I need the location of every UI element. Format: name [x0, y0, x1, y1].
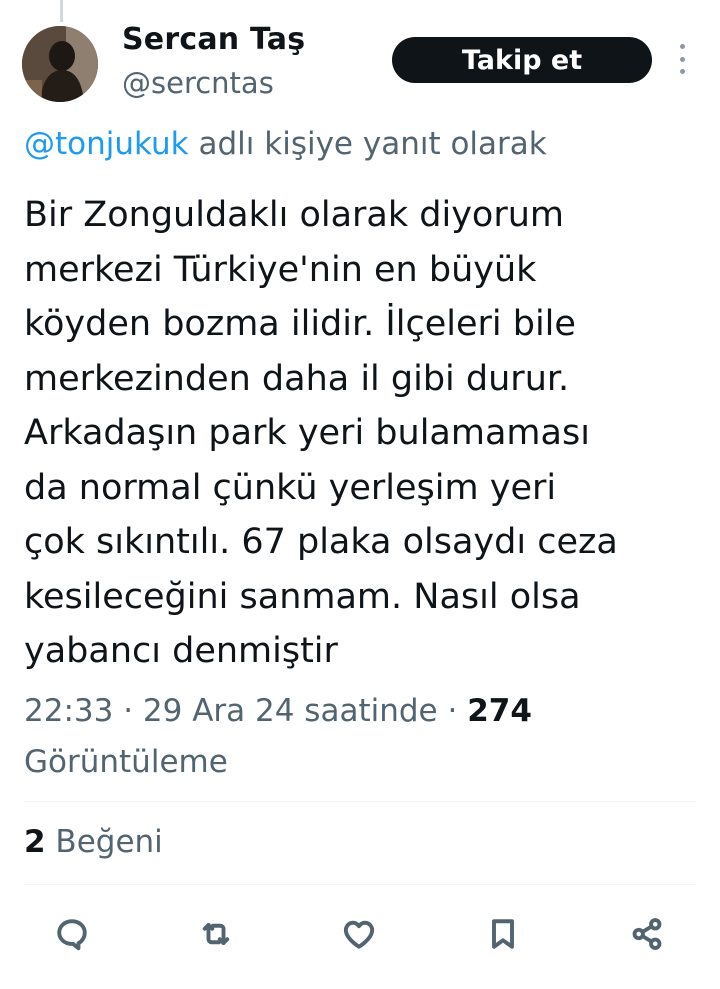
follow-button[interactable]: Takip et — [392, 37, 652, 83]
retweet-button[interactable] — [194, 912, 238, 956]
bookmark-icon — [492, 919, 514, 949]
divider — [24, 801, 696, 802]
share-button[interactable] — [625, 912, 669, 956]
user-handle[interactable]: @sercntas — [122, 66, 274, 100]
replying-to-text: adlı kişiye yanıt olarak — [188, 126, 547, 162]
tweet-line: Bir Zonguldaklı olarak diyorum — [24, 195, 565, 235]
tweet-meta: 22:33 · 29 Ara 24 saatinde · 274 Görüntü… — [24, 686, 704, 788]
views-count: 274 — [467, 693, 532, 729]
tweet-text: Bir Zonguldaklı olarak diyorum merkezi T… — [24, 188, 704, 679]
tweet-time[interactable]: 22:33 — [24, 693, 113, 729]
mention-link[interactable]: @tonjukuk — [24, 126, 189, 162]
action-bar — [0, 906, 720, 962]
meta-separator: · — [113, 693, 143, 729]
retweet-icon — [202, 923, 230, 945]
views-label: Görüntüleme — [24, 744, 228, 780]
tweet-line: çok sıkıntılı. 67 plaka olsaydı ceza — [24, 522, 618, 562]
likes-summary[interactable]: 2 Beğeni — [24, 824, 163, 860]
divider — [24, 884, 696, 885]
display-name[interactable]: Sercan Taş — [122, 22, 305, 57]
tweet-line: da normal çünkü yerleşim yeri — [24, 467, 557, 508]
meta-separator: · — [437, 693, 468, 729]
thread-connector-line — [60, 0, 63, 22]
share-icon — [632, 918, 662, 950]
bookmark-button[interactable] — [481, 912, 525, 956]
avatar-image — [22, 26, 98, 102]
likes-label: Beğeni — [45, 824, 163, 860]
tweet-line: kesileceğini sanmam. Nasıl olsa — [24, 576, 581, 617]
tweet-line: merkezi Türkiye'nin en büyük — [24, 249, 537, 290]
tweet-line: Arkadaşın park yeri bulamaması — [24, 413, 590, 453]
reply-button[interactable] — [50, 912, 94, 956]
tweet-line: yabancı denmiştir — [24, 631, 338, 671]
like-button[interactable] — [337, 912, 381, 956]
avatar[interactable] — [22, 26, 98, 102]
reply-icon — [57, 919, 87, 951]
like-icon — [343, 920, 375, 949]
tweet-line: merkezinden daha il gibi durur. — [24, 358, 570, 399]
replying-to: @tonjukuk adlı kişiye yanıt olarak — [24, 126, 547, 162]
tweet-date[interactable]: 29 Ara 24 saatinde — [143, 693, 438, 729]
tweet-line: köyden bozma ilidir. İlçeleri bile — [24, 304, 576, 344]
likes-count: 2 — [24, 824, 46, 860]
more-options-icon[interactable] — [672, 44, 692, 74]
